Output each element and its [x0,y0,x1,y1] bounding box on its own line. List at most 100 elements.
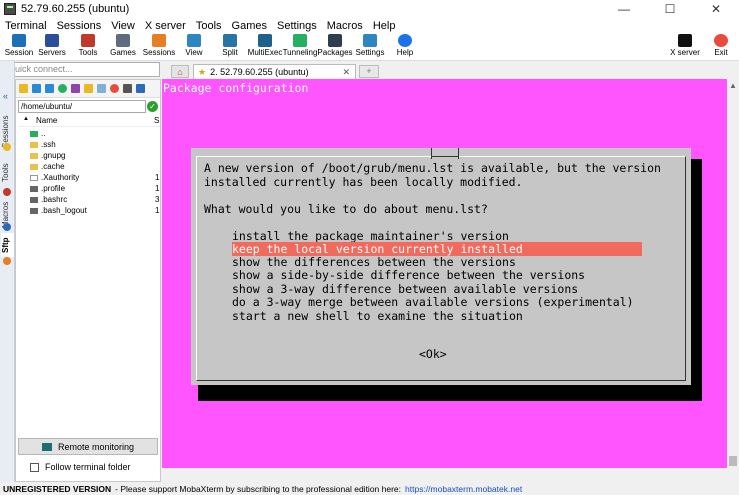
dialog-question: What would you like to do about menu.lst… [204,202,488,216]
file-icon[interactable] [97,84,106,93]
column-name[interactable]: Name [36,116,57,125]
support-message: - Please support MobaXterm by subscribin… [115,483,402,494]
new-file-icon[interactable] [71,84,80,93]
folder-icon [30,153,38,159]
dialog-option[interactable]: install the package maintainer's version [232,229,509,243]
toolbar-settings-button[interactable]: Settings [351,33,389,61]
menu-macros[interactable]: Macros [322,20,368,32]
close-tab-icon[interactable]: ✕ [342,67,350,78]
file-row[interactable]: .ssh [30,140,160,151]
parent-dir-icon [30,131,38,137]
dialog-option[interactable]: show a side-by-side difference between t… [232,268,585,282]
dialog-option[interactable]: start a new shell to examine the situati… [232,309,523,323]
star-icon [3,143,11,151]
toolbar-tools-button[interactable]: Tools [69,33,107,61]
toolbar-games-button[interactable]: Games [104,33,142,61]
checkbox-icon[interactable] [30,462,39,472]
tab-session-active[interactable]: ★ 2. 52.79.60.255 (ubuntu) ✕ [193,64,356,79]
file-row[interactable]: .profile 1 [30,184,160,195]
toolbar-view-button[interactable]: View [175,33,213,61]
dialog-option-selected[interactable]: keep the local version currently install… [232,242,642,256]
servers-icon [45,34,59,47]
file-row[interactable]: .Xauthority 1 [30,173,160,184]
menu-terminal[interactable]: Terminal [0,20,52,32]
x-server-icon [678,34,692,47]
terminal-scrollbar[interactable]: ▲ [727,79,739,468]
dialog-message-line: A new version of /boot/grub/menu.lst is … [204,161,661,175]
multiexec-icon [258,34,272,47]
close-window-button[interactable]: ✕ [693,0,739,18]
ok-button[interactable]: <Ok> [419,347,447,361]
sidebar-tab-tools[interactable]: Tools [1,158,14,188]
macros-small-icon [3,223,11,231]
file-row[interactable]: .gnupg [30,151,160,162]
window-title: 52.79.60.255 (ubuntu) [21,3,130,15]
exit-icon [714,34,728,47]
mobaxterm-app-icon [4,3,16,15]
new-tab-icon[interactable]: + [359,65,379,78]
permissions-icon[interactable] [123,84,132,93]
mobaxterm-link[interactable]: https://mobaxterm.mobatek.net [405,484,522,494]
new-folder-icon[interactable] [84,84,93,93]
upload-icon[interactable] [45,84,54,93]
packages-icon [328,34,342,47]
toolbar-sessions-button[interactable]: Sessions [140,33,178,61]
toolbar-x-server-button[interactable]: X server [666,33,704,61]
terminal-bottom-bar [162,468,727,482]
scroll-thumb[interactable] [729,456,737,466]
sftp-small-icon [3,257,11,265]
toolbar-exit-button[interactable]: Exit [702,33,739,61]
dialog-message-line: installed currently has been locally mod… [204,175,523,189]
parent-folder-icon[interactable] [19,84,28,93]
file-row[interactable]: .bashrc 3 [30,195,160,206]
file-row[interactable]: .cache [30,162,160,173]
config-file-icon [30,197,38,203]
menu-settings[interactable]: Settings [272,20,322,32]
config-dialog: A new version of /boot/grub/menu.lst is … [191,148,691,385]
menu-sessions[interactable]: Sessions [52,20,107,32]
follow-terminal-folder-checkbox[interactable]: Follow terminal folder [30,462,131,472]
view-icon [187,34,201,47]
scroll-up-icon[interactable]: ▲ [729,81,737,90]
info-icon[interactable] [136,84,145,93]
toolbar-tunneling-button[interactable]: Tunneling [281,33,319,61]
monitor-icon [41,442,52,451]
toolbar-help-button[interactable]: Help [386,33,424,61]
download-icon[interactable] [32,84,41,93]
delete-icon[interactable] [110,84,119,93]
path-ok-icon[interactable]: ✓ [147,101,158,112]
tunneling-icon [293,34,307,47]
dialog-option[interactable]: do a 3-way merge between available versi… [232,295,634,309]
maximize-button[interactable]: ☐ [647,0,693,18]
toolbar-multiexec-button[interactable]: MultiExec [246,33,284,61]
status-bar: UNREGISTERED VERSION - Please support Mo… [0,482,739,495]
toolbar-split-button[interactable]: Split [211,33,249,61]
help-icon [398,34,412,47]
quick-connect-input[interactable]: Quick connect... [2,62,160,77]
menu-x-server[interactable]: X server [140,20,191,32]
minimize-button[interactable]: — [601,0,647,18]
config-file-icon [30,208,38,214]
refresh-icon[interactable] [58,84,67,93]
path-input[interactable]: /home/ubuntu/ [18,100,146,113]
sidebar-tab-sftp[interactable]: Sftp [1,233,14,257]
follow-terminal-folder-label: Follow terminal folder [45,462,131,472]
unregistered-label: UNREGISTERED VERSION [3,483,112,494]
menu-help[interactable]: Help [368,20,401,32]
file-row[interactable]: .. [30,129,160,140]
toolbar-packages-button[interactable]: Packages [316,33,354,61]
column-size[interactable]: S [154,116,159,125]
toolbar-servers-button[interactable]: Servers [33,33,71,61]
menu-view[interactable]: View [106,20,140,32]
sessions-icon [152,34,166,47]
collapse-sidebar-icon[interactable]: « [3,91,8,101]
split-icon [223,34,237,47]
terminal-area[interactable]: Package configuration A new version of /… [162,79,727,468]
dialog-option[interactable]: show a 3-way difference between availabl… [232,282,578,296]
remote-monitoring-button[interactable]: Remote monitoring [18,438,158,455]
dialog-option[interactable]: show the differences between the version… [232,255,516,269]
home-tab-icon[interactable]: ⌂ [171,65,189,78]
file-row[interactable]: .bash_logout 1 [30,206,160,217]
menu-tools[interactable]: Tools [191,20,227,32]
menu-games[interactable]: Games [227,20,272,32]
